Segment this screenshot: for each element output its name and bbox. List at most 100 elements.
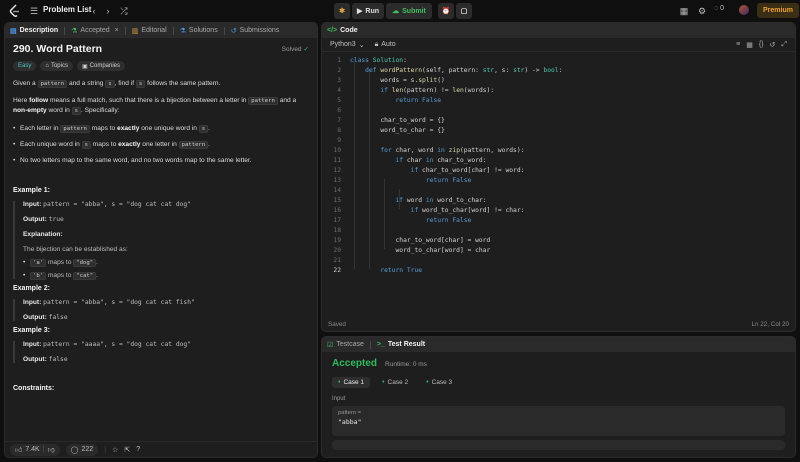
star-icon[interactable]: ☆ [112,446,118,454]
comment-icon: ◯ [70,446,79,454]
result-status: Accepted Runtime: 0 ms [332,358,785,369]
reset-icon[interactable]: ↺ [770,41,776,49]
cursor-position: Ln 22, Col 20 [751,321,789,328]
leetcode-logo-icon[interactable] [9,4,23,18]
problem-content: 290. Word Pattern Solved ✓ Easy ⌂ Topics ▣… [5,38,317,395]
tab-separator [124,26,126,35]
example-3-box: Input: pattern = "aaaa", s = "dog cat ca… [13,341,309,364]
code-line: 6 [337,107,341,114]
tab-separator [223,26,225,35]
code-line: 1 class Solution: [337,57,407,64]
tab-separator [172,26,174,35]
notes-button[interactable]: ▢ [456,3,472,19]
topics-tag[interactable]: ⌂ Topics [40,61,73,71]
autocomplete-toggle[interactable]: 🔒︎ Auto [375,41,396,49]
code-line: 17 return False [333,217,472,224]
bookmark-icon[interactable]: ≡ [736,41,740,49]
braces-icon[interactable]: {} [759,41,764,49]
tab-solutions[interactable]: ⚗ Solutions [180,27,218,35]
code-line: 13 return False [333,177,472,184]
problem-list-icon[interactable]: ☰ [27,4,41,18]
shuffle-icon[interactable]: ⤮ [117,4,131,18]
premium-button[interactable]: Premium [757,3,799,18]
prev-problem-icon[interactable]: ‹ [87,4,101,18]
example-3-output: Output: false [23,356,68,364]
example-1-heading: Example 1: [13,187,50,195]
checkbox-icon: ☑ [327,341,334,349]
flask-icon: ⚗ [179,27,186,35]
difficulty-badge: Easy [13,61,37,71]
description-footer: 👍︎ 7.4K | 👎︎ ◯ 222 | ☆ ⇱ ? [5,441,317,457]
problem-list-link[interactable]: Problem List [43,5,91,14]
tab-description[interactable]: ▤ Description [10,27,58,35]
editor-actions: ≡ ▦ {} ↺ ⤢ [736,41,787,49]
user-avatar[interactable] [739,5,749,15]
lock-icon: 🔒︎ [374,40,379,48]
code-line: 18 [333,227,341,234]
code-line: 2 def wordPattern(self, pattern: str, s:… [337,67,563,74]
layout-icon[interactable]: ▦ [677,4,691,18]
constraints-heading: Constraints: [13,385,55,393]
tab-code[interactable]: </> Code [327,27,358,34]
code-line: 11 if char in char_to_word: [333,157,487,164]
code-line: 21 [333,257,341,264]
example-1-map-a: 'a' maps to "dog". [23,259,309,268]
save-status: Saved [328,321,346,328]
comments-button[interactable]: ◯ 222 [65,443,99,456]
fire-icon: ◌ [714,5,719,12]
thumbs-down-icon[interactable]: 👎︎ [48,445,55,454]
rule-bullet-2: Each unique word in s maps to exactly on… [13,140,309,150]
description-paragraph-1: Given a pattern and a string s, find if … [13,80,221,88]
problem-title[interactable]: 290. Word Pattern [13,43,102,55]
tab-separator [64,26,66,35]
run-controls: ✱ ▶ Run ☁ Submit ⏰ ▢ [334,3,472,19]
code-line: 12 if char_to_word[char] != word: [333,167,525,174]
example-2-heading: Example 2: [13,285,50,293]
code-line: 3 words = s.split() [337,77,445,84]
document-icon: ▤ [10,27,17,35]
streak-counter[interactable]: ◌ 0 [714,5,724,12]
code-line: 20 word_to_char[word] = char [333,247,491,254]
share-icon[interactable]: ⇱ [124,446,130,454]
submit-button[interactable]: ☁ Submit [386,3,432,19]
close-icon[interactable]: × [115,27,119,34]
format-icon[interactable]: ▦ [746,41,753,49]
top-bar: ☰ Problem List ‹ › ⤮ ✱ ▶ Run ☁ Submit ⏰ ▢ … [0,0,800,22]
example-1-output: Output: true [23,216,64,224]
help-icon[interactable]: ? [136,446,140,453]
case-tab-2[interactable]: • Case 2 [376,377,414,388]
settings-gear-icon[interactable]: ⚙ [695,4,709,18]
tab-editorial[interactable]: ▥ Editorial [132,27,167,35]
solved-badge: Solved ✓ [281,45,309,54]
language-select[interactable]: Python3 ⌄ [330,41,365,49]
terminal-icon: >_ [376,341,385,348]
input-key: pattern = [338,410,362,416]
code-line: 14 [333,187,341,194]
input-value-box: pattern = "abba" [332,406,785,436]
tab-accepted[interactable]: ⚗ Accepted × [71,27,119,35]
case-tab-1[interactable]: • Case 1 [332,377,371,388]
tab-submissions[interactable]: ↺ Submissions [231,27,280,35]
example-3-input: Input: pattern = "aaaa", s = "dog cat ca… [23,341,192,349]
example-1-explanation-label: Explanation: [23,231,63,239]
debug-button[interactable]: ✱ [334,3,350,19]
tab-testcase[interactable]: ☑ Testcase [327,341,364,349]
code-line: 15 if word in word_to_char: [333,197,487,204]
problem-tags: Easy ⌂ Topics ▣ Companies [13,61,309,71]
code-line-current: 22 return True [333,267,423,274]
next-problem-icon[interactable]: › [101,4,115,18]
run-button[interactable]: ▶ Run [352,3,384,19]
example-1-input: Input: pattern = "abba", s = "dog cat ca… [23,201,192,209]
check-circle-icon: ✓ [303,46,309,53]
case-tab-3[interactable]: • Case 3 [420,377,458,388]
tab-test-result[interactable]: >_ Test Result [377,341,425,348]
results-panel: ☑ Testcase >_ Test Result Accepted Runtime… [321,336,796,458]
lock-icon: ▣ [81,63,88,70]
timer-button[interactable]: ⏰ [438,3,454,19]
example-1-explanation: The bijection can be established as: [23,246,128,254]
companies-tag[interactable]: ▣ Companies [76,61,126,71]
fullscreen-icon[interactable]: ⤢ [781,41,787,49]
like-button[interactable]: 👍︎ 7.4K | 👎︎ [10,443,60,456]
code-line: 7 char_to_word = {} [337,117,445,124]
results-tabs: ☑ Testcase >_ Test Result [322,337,795,352]
